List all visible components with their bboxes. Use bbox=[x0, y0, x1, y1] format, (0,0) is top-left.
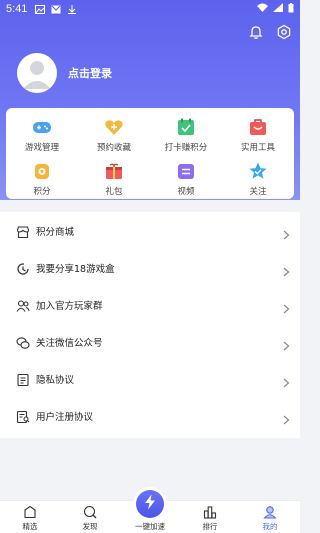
mail-notification-icon bbox=[51, 5, 61, 14]
grid-label: 积分 bbox=[33, 187, 51, 197]
ranking-icon bbox=[203, 505, 217, 519]
lightning-icon bbox=[143, 494, 157, 514]
tab-label: 我的 bbox=[262, 522, 278, 531]
status-time: 5:41 bbox=[6, 3, 28, 15]
checkin-icon bbox=[176, 117, 196, 137]
group-icon bbox=[16, 298, 30, 312]
wechat-icon bbox=[16, 335, 30, 349]
menu-label: 加入官方玩家群 bbox=[36, 300, 103, 312]
chevron-right-icon bbox=[283, 336, 290, 351]
top-actions bbox=[248, 24, 292, 40]
grid-label: 实用工具 bbox=[240, 143, 275, 153]
grid-label: 打卡赚积分 bbox=[164, 143, 208, 153]
grid-item-videos[interactable]: 视频 bbox=[150, 161, 222, 197]
battery-icon bbox=[288, 2, 294, 16]
image-notification-icon bbox=[35, 4, 46, 14]
status-bar: 5:41 bbox=[0, 0, 300, 18]
grid-item-follow[interactable]: 关注 bbox=[222, 161, 294, 197]
gift-icon bbox=[104, 161, 124, 181]
grid-label: 关注 bbox=[249, 187, 267, 197]
privacy-doc-icon bbox=[16, 372, 30, 386]
menu-label: 我要分享18游戏盒 bbox=[36, 263, 115, 275]
tab-ranking[interactable]: 排行 bbox=[180, 505, 240, 532]
featured-icon bbox=[23, 505, 37, 519]
shop-icon bbox=[16, 224, 30, 238]
grid-label: 游戏管理 bbox=[24, 143, 59, 153]
profile-icon bbox=[263, 505, 277, 519]
tab-label: 精选 bbox=[22, 522, 38, 531]
video-icon bbox=[176, 161, 196, 181]
heart-plus-icon bbox=[104, 117, 124, 137]
menu-item-points-mall[interactable]: 积分商城 bbox=[0, 212, 300, 249]
gear-icon[interactable] bbox=[276, 24, 292, 40]
toolbox-icon bbox=[248, 117, 268, 137]
menu-label: 隐私协议 bbox=[36, 374, 75, 386]
boost-button[interactable] bbox=[136, 490, 164, 518]
grid-item-checkin[interactable]: 打卡赚积分 bbox=[150, 117, 222, 153]
tab-profile[interactable]: 我的 bbox=[240, 505, 300, 532]
grid-item-points[interactable]: 积分 bbox=[6, 161, 78, 197]
menu-list: 积分商城 我要分享18游戏盒 加入官方玩家群 关注微信公众号 隐私协议 用户注册 bbox=[0, 212, 300, 438]
avatar[interactable] bbox=[17, 53, 57, 93]
bell-icon[interactable] bbox=[248, 24, 264, 40]
wifi-icon bbox=[257, 3, 268, 15]
tab-boost[interactable]: 一键加速 bbox=[120, 521, 180, 532]
discover-icon bbox=[83, 505, 97, 519]
register-doc-icon bbox=[16, 409, 30, 423]
grid-item-gifts[interactable]: 礼包 bbox=[78, 161, 150, 197]
menu-label: 关注微信公众号 bbox=[36, 337, 103, 349]
download-notification-icon bbox=[67, 4, 77, 14]
grid-item-reservations[interactable]: 预约收藏 bbox=[78, 117, 150, 153]
signal-icon bbox=[273, 3, 283, 15]
star-follow-icon bbox=[248, 161, 268, 181]
chevron-right-icon bbox=[283, 410, 290, 425]
tab-label: 一键加速 bbox=[135, 522, 165, 531]
menu-item-wechat[interactable]: 关注微信公众号 bbox=[0, 323, 300, 360]
grid-label: 视频 bbox=[177, 187, 195, 197]
chevron-right-icon bbox=[283, 373, 290, 388]
share-icon bbox=[16, 261, 30, 275]
menu-item-privacy[interactable]: 隐私协议 bbox=[0, 360, 300, 397]
menu-item-register-agreement[interactable]: 用户注册协议 bbox=[0, 397, 300, 434]
chevron-right-icon bbox=[283, 262, 290, 277]
menu-label: 积分商城 bbox=[36, 226, 75, 238]
grid-item-game-manage[interactable]: 游戏管理 bbox=[6, 117, 78, 153]
grid-item-tools[interactable]: 实用工具 bbox=[222, 117, 294, 153]
quick-actions-card: 游戏管理 预约收藏 打卡赚积分 实用工具 积分 礼包 视频 关注 bbox=[6, 108, 294, 199]
menu-label: 用户注册协议 bbox=[36, 411, 94, 423]
chevron-right-icon bbox=[283, 225, 290, 240]
tab-label: 发现 bbox=[82, 522, 98, 531]
profile-section[interactable]: 点击登录 bbox=[17, 53, 112, 93]
menu-item-share[interactable]: 我要分享18游戏盒 bbox=[0, 249, 300, 286]
grid-label: 礼包 bbox=[105, 187, 123, 197]
grid-label: 预约收藏 bbox=[96, 143, 131, 153]
status-right bbox=[257, 2, 294, 16]
tab-featured[interactable]: 精选 bbox=[0, 505, 60, 532]
chevron-right-icon bbox=[283, 299, 290, 314]
gamepad-icon bbox=[32, 117, 52, 137]
login-link[interactable]: 点击登录 bbox=[68, 65, 112, 81]
menu-item-player-group[interactable]: 加入官方玩家群 bbox=[0, 286, 300, 323]
tab-discover[interactable]: 发现 bbox=[60, 505, 120, 532]
points-icon bbox=[32, 161, 52, 181]
tab-label: 排行 bbox=[202, 522, 218, 531]
